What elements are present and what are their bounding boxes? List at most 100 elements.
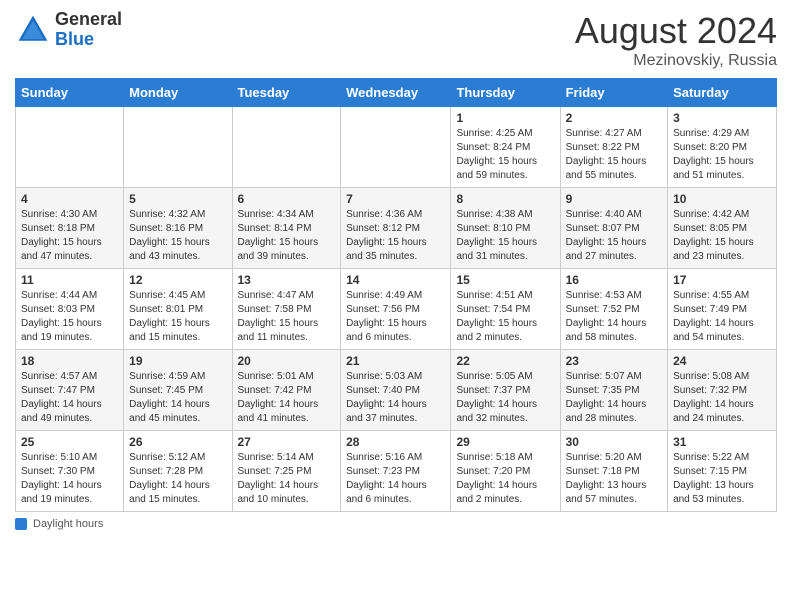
day-number: 26 [129,435,226,449]
day-number: 19 [129,354,226,368]
weekday-header-sunday: Sunday [16,79,124,107]
calendar-cell: 5 Sunrise: 4:32 AM Sunset: 8:16 PM Daylig… [124,188,232,269]
logo-blue-text: Blue [55,30,122,50]
day-info: Sunrise: 4:55 AM Sunset: 7:49 PM Dayligh… [673,289,771,345]
calendar-cell: 6Sunrise: 4:34 AM Sunset: 8:14 PM Daylig… [232,188,341,269]
calendar-cell: 23 Sunrise: 5:07 AM Sunset: 7:35 PM Dayli… [560,350,667,431]
weekday-header-tuesday: Tuesday [232,79,341,107]
calendar-cell: 29 Sunrise: 5:18 AM Sunset: 7:20 PM Dayli… [451,431,560,512]
day-info: Sunrise: 4:53 AM Sunset: 7:52 PM Dayligh… [566,289,662,345]
calendar-cell [232,107,341,188]
calendar-cell: 3Sunrise: 4:29 AM Sunset: 8:20 PM Daylig… [668,107,777,188]
day-info: Sunrise: 5:22 AM Sunset: 7:15 PM Dayligh… [673,451,771,507]
day-number: 29 [456,435,554,449]
calendar-cell [16,107,124,188]
calendar-cell: 28 Sunrise: 5:16 AM Sunset: 7:23 PM Dayli… [341,431,451,512]
week-row-5: 25Sunrise: 5:10 AM Sunset: 7:30 PM Dayli… [16,431,777,512]
weekday-header-monday: Monday [124,79,232,107]
title-block: August 2024 Mezinovskiy, Russia [575,10,777,70]
calendar-cell: 16 Sunrise: 4:53 AM Sunset: 7:52 PM Dayli… [560,269,667,350]
day-info: Sunrise: 4:51 AM Sunset: 7:54 PM Dayligh… [456,289,554,345]
day-info: Sunrise: 5:03 AM Sunset: 7:40 PM Dayligh… [346,370,445,426]
calendar-cell: 30 Sunrise: 5:20 AM Sunset: 7:18 PM Dayli… [560,431,667,512]
weekday-header-thursday: Thursday [451,79,560,107]
day-number: 31 [673,435,771,449]
weekday-header-friday: Friday [560,79,667,107]
calendar-cell [341,107,451,188]
logo-general-text: General [55,10,122,30]
day-number: 3 [673,111,771,125]
day-info: Sunrise: 4:38 AM Sunset: 8:10 PM Dayligh… [456,208,554,264]
calendar-cell: 1 Sunrise: 4:25 AM Sunset: 8:24 PM Daylig… [451,107,560,188]
day-number: 28 [346,435,445,449]
day-number: 30 [566,435,662,449]
calendar-cell: 22 Sunrise: 5:05 AM Sunset: 7:37 PM Dayli… [451,350,560,431]
day-info: Sunrise: 4:42 AM Sunset: 8:05 PM Dayligh… [673,208,771,264]
day-number: 7 [346,192,445,206]
day-number: 23 [566,354,662,368]
day-info: Sunrise: 4:32 AM Sunset: 8:16 PM Dayligh… [129,208,226,264]
calendar-cell: 31 Sunrise: 5:22 AM Sunset: 7:15 PM Dayli… [668,431,777,512]
day-number: 12 [129,273,226,287]
weekday-header-wednesday: Wednesday [341,79,451,107]
calendar-cell: 11 Sunrise: 4:44 AM Sunset: 8:03 PM Dayli… [16,269,124,350]
calendar-cell: 17 Sunrise: 4:55 AM Sunset: 7:49 PM Dayli… [668,269,777,350]
calendar-cell: 25Sunrise: 5:10 AM Sunset: 7:30 PM Dayli… [16,431,124,512]
day-number: 25 [21,435,118,449]
day-info: Sunrise: 4:44 AM Sunset: 8:03 PM Dayligh… [21,289,118,345]
day-number: 16 [566,273,662,287]
day-info: Sunrise: 5:05 AM Sunset: 7:37 PM Dayligh… [456,370,554,426]
calendar-cell: 18Sunrise: 4:57 AM Sunset: 7:47 PM Dayli… [16,350,124,431]
day-number: 14 [346,273,445,287]
logo-icon [15,12,51,48]
day-info: Sunrise: 4:30 AM Sunset: 8:18 PM Dayligh… [21,208,118,264]
day-info: Sunrise: 4:49 AM Sunset: 7:56 PM Dayligh… [346,289,445,345]
day-number: 8 [456,192,554,206]
daylight-label: Daylight hours [33,518,103,530]
day-info: Sunrise: 4:40 AM Sunset: 8:07 PM Dayligh… [566,208,662,264]
calendar-cell: 14 Sunrise: 4:49 AM Sunset: 7:56 PM Dayli… [341,269,451,350]
day-number: 15 [456,273,554,287]
calendar-cell: 7Sunrise: 4:36 AM Sunset: 8:12 PM Daylig… [341,188,451,269]
calendar-cell: 19Sunrise: 4:59 AM Sunset: 7:45 PM Dayli… [124,350,232,431]
calendar-cell: 12 Sunrise: 4:45 AM Sunset: 8:01 PM Dayli… [124,269,232,350]
page: General Blue August 2024 Mezinovskiy, Ru… [0,0,792,612]
day-number: 21 [346,354,445,368]
logo-text: General Blue [55,10,122,50]
day-info: Sunrise: 5:07 AM Sunset: 7:35 PM Dayligh… [566,370,662,426]
day-info: Sunrise: 5:08 AM Sunset: 7:32 PM Dayligh… [673,370,771,426]
week-row-1: 1 Sunrise: 4:25 AM Sunset: 8:24 PM Daylig… [16,107,777,188]
day-info: Sunrise: 4:45 AM Sunset: 8:01 PM Dayligh… [129,289,226,345]
calendar-cell: 4Sunrise: 4:30 AM Sunset: 8:18 PM Daylig… [16,188,124,269]
weekday-header-row: SundayMondayTuesdayWednesdayThursdayFrid… [16,79,777,107]
week-row-4: 18Sunrise: 4:57 AM Sunset: 7:47 PM Dayli… [16,350,777,431]
day-info: Sunrise: 5:16 AM Sunset: 7:23 PM Dayligh… [346,451,445,507]
calendar-cell: 20 Sunrise: 5:01 AM Sunset: 7:42 PM Dayli… [232,350,341,431]
day-number: 24 [673,354,771,368]
calendar-cell: 26 Sunrise: 5:12 AM Sunset: 7:28 PM Dayli… [124,431,232,512]
day-info: Sunrise: 5:20 AM Sunset: 7:18 PM Dayligh… [566,451,662,507]
weekday-header-saturday: Saturday [668,79,777,107]
day-number: 22 [456,354,554,368]
day-number: 18 [21,354,118,368]
week-row-3: 11 Sunrise: 4:44 AM Sunset: 8:03 PM Dayli… [16,269,777,350]
calendar-cell: 15 Sunrise: 4:51 AM Sunset: 7:54 PM Dayli… [451,269,560,350]
day-info: Sunrise: 5:01 AM Sunset: 7:42 PM Dayligh… [238,370,336,426]
day-info: Sunrise: 5:12 AM Sunset: 7:28 PM Dayligh… [129,451,226,507]
calendar-cell: 21 Sunrise: 5:03 AM Sunset: 7:40 PM Dayli… [341,350,451,431]
month-year: August 2024 [575,10,777,52]
calendar-cell: 13Sunrise: 4:47 AM Sunset: 7:58 PM Dayli… [232,269,341,350]
day-number: 5 [129,192,226,206]
day-number: 1 [456,111,554,125]
calendar-table: SundayMondayTuesdayWednesdayThursdayFrid… [15,78,777,512]
footer: Daylight hours [15,518,777,530]
day-number: 17 [673,273,771,287]
day-number: 2 [566,111,662,125]
day-info: Sunrise: 4:25 AM Sunset: 8:24 PM Dayligh… [456,127,554,183]
calendar-cell: 24 Sunrise: 5:08 AM Sunset: 7:32 PM Dayli… [668,350,777,431]
day-info: Sunrise: 5:18 AM Sunset: 7:20 PM Dayligh… [456,451,554,507]
calendar-cell [124,107,232,188]
day-number: 20 [238,354,336,368]
day-number: 11 [21,273,118,287]
day-number: 6 [238,192,336,206]
